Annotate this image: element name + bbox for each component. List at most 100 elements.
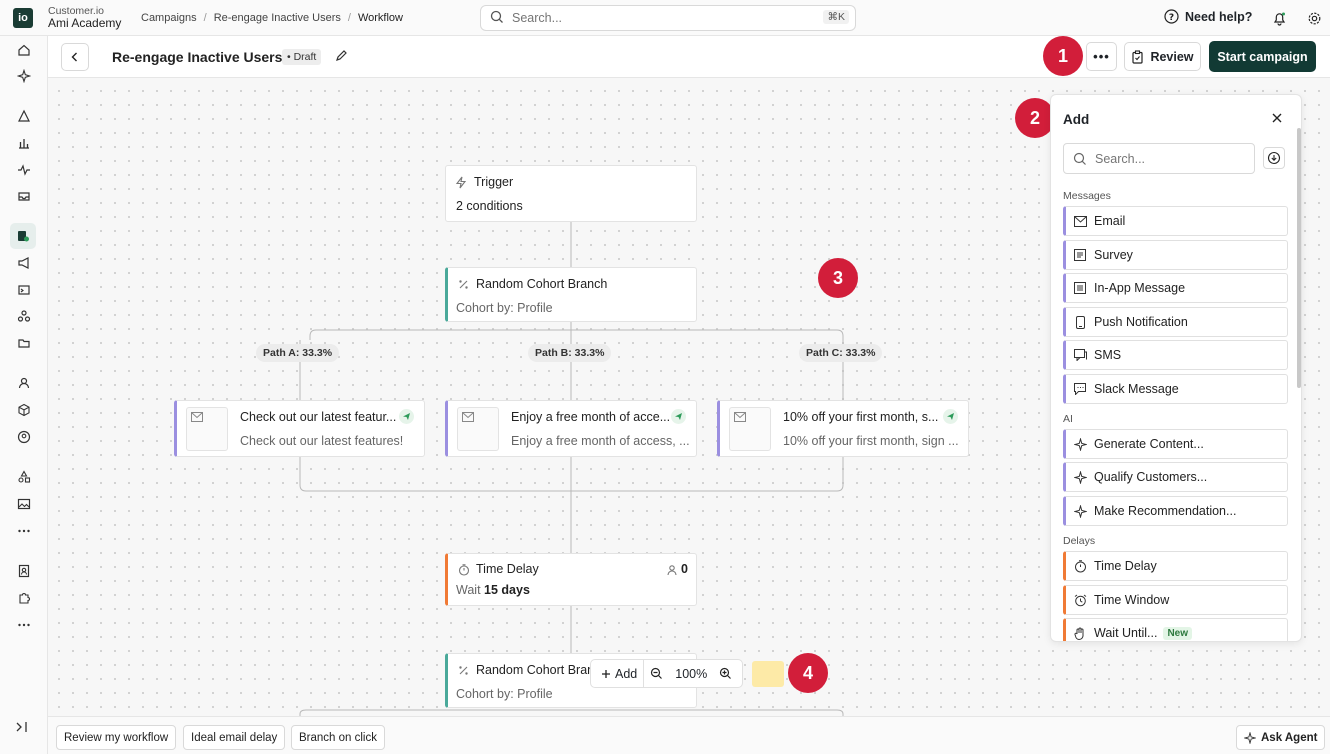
analytics-icon[interactable]: [14, 133, 34, 153]
timer-icon: [1066, 559, 1094, 573]
objects-icon[interactable]: [14, 400, 34, 420]
global-search[interactable]: ⌘K: [480, 5, 856, 31]
start-campaign-button[interactable]: Start campaign: [1209, 41, 1316, 72]
trigger-node[interactable]: Trigger 2 conditions: [445, 165, 697, 222]
add-generate-content[interactable]: Generate Content...: [1063, 429, 1288, 459]
sparkle-icon: [1066, 437, 1094, 451]
integrations-icon[interactable]: [14, 306, 34, 326]
search-shortcut: ⌘K: [823, 10, 849, 24]
email-thumbnail: [186, 407, 228, 451]
suggestion-chip[interactable]: Ideal email delay: [183, 725, 286, 750]
add-slack-message[interactable]: Slack Message: [1063, 374, 1288, 404]
annotation-badge-2: 2: [1015, 98, 1055, 138]
add-survey-label: Survey: [1094, 248, 1133, 262]
zoom-in-button[interactable]: [713, 667, 738, 680]
branch-cohort: Cohort by: Profile: [456, 687, 553, 701]
email-subject: 10% off your first month, sign ...: [783, 434, 959, 448]
transactional-icon[interactable]: [14, 280, 34, 300]
add-time-window[interactable]: Time Window: [1063, 585, 1288, 615]
email-node[interactable]: Enjoy a free month of acce... Enjoy a fr…: [445, 400, 697, 457]
add-step-button[interactable]: Add: [595, 667, 643, 681]
expand-nav-icon[interactable]: [15, 720, 29, 737]
panel-scrollbar[interactable]: [1297, 128, 1301, 388]
panel-search[interactable]: [1063, 143, 1255, 174]
email-node[interactable]: 10% off your first month, s... 10% off y…: [717, 400, 969, 457]
add-survey[interactable]: Survey: [1063, 240, 1288, 270]
breadcrumb-campaigns[interactable]: Campaigns: [141, 12, 197, 24]
more-button[interactable]: •••: [1086, 42, 1117, 71]
folder-icon[interactable]: [14, 333, 34, 353]
puzzle-icon[interactable]: [14, 588, 34, 608]
section-delays: Delays: [1063, 535, 1096, 547]
status-badge: • Draft: [282, 49, 322, 65]
person-icon[interactable]: [14, 373, 34, 393]
pencil-icon[interactable]: [335, 49, 348, 65]
shapes-icon[interactable]: [14, 467, 34, 487]
contacts-icon[interactable]: [14, 561, 34, 581]
breadcrumb-campaign[interactable]: Re-engage Inactive Users: [214, 12, 341, 24]
alarm-icon: [1066, 594, 1094, 607]
slack-icon: [1066, 383, 1094, 395]
add-make-recommendation[interactable]: Make Recommendation...: [1063, 496, 1288, 526]
time-delay-node[interactable]: Time Delay 0 Wait 15 days: [445, 553, 697, 606]
add-in-app-message[interactable]: In-App Message: [1063, 273, 1288, 303]
path-b-label[interactable]: Path B: 33.3%: [528, 344, 612, 362]
add-qualify-customers[interactable]: Qualify Customers...: [1063, 462, 1288, 492]
suggestion-chip[interactable]: Review my workflow: [56, 725, 177, 750]
more-icon[interactable]: [14, 521, 34, 541]
mail-icon: [191, 412, 203, 422]
sms-icon: [1066, 349, 1094, 361]
back-button[interactable]: [61, 43, 89, 71]
inbox-icon[interactable]: [14, 186, 34, 206]
image-icon[interactable]: [14, 494, 34, 514]
hand-icon: [1066, 627, 1094, 640]
activity-icon[interactable]: [14, 160, 34, 180]
account-icon[interactable]: [14, 427, 34, 447]
ask-agent-button[interactable]: Ask Agent: [1236, 725, 1326, 750]
survey-icon: [1066, 249, 1094, 261]
add-sms[interactable]: SMS: [1063, 340, 1288, 370]
path-a-label[interactable]: Path A: 33.3%: [256, 344, 340, 362]
suggestion-chip[interactable]: Branch on click: [291, 725, 385, 750]
path-c-label[interactable]: Path C: 33.3%: [799, 344, 883, 362]
add-time-delay-label: Time Delay: [1094, 559, 1157, 573]
add-in-app-label: In-App Message: [1094, 281, 1186, 295]
campaigns-icon[interactable]: [10, 223, 36, 249]
sparkle-icon: [1244, 731, 1256, 744]
logo[interactable]: io: [13, 8, 33, 28]
people-icon[interactable]: [14, 106, 34, 126]
search-input[interactable]: [512, 11, 812, 25]
bottom-bar: Review my workflow Ideal email delay Bra…: [48, 716, 1330, 754]
email-title: 10% off your first month, s...: [783, 410, 939, 424]
more-icon[interactable]: [14, 615, 34, 635]
add-wait-until[interactable]: Wait Until... New: [1063, 618, 1288, 641]
breadcrumb: Campaigns / Re-engage Inactive Users / W…: [141, 12, 403, 24]
help-button[interactable]: ? Need help?: [1164, 9, 1252, 24]
mail-icon: [462, 412, 474, 422]
top-bar: io Customer.io Ami Academy Campaigns / R…: [0, 0, 1330, 36]
review-button[interactable]: Review: [1124, 42, 1201, 71]
gear-icon[interactable]: [1305, 9, 1323, 27]
mail-icon: [734, 412, 746, 422]
sparkle-nav-icon[interactable]: [14, 66, 34, 86]
broadcast-icon[interactable]: [14, 253, 34, 273]
home-icon[interactable]: [14, 40, 34, 60]
email-subject: Check out our latest features!: [240, 434, 404, 448]
bell-icon[interactable]: [1270, 9, 1288, 27]
email-subject: Enjoy a free month of access, ...: [511, 434, 690, 448]
close-icon[interactable]: [1270, 111, 1284, 128]
left-nav: [0, 36, 48, 754]
zoom-out-button[interactable]: [644, 667, 669, 680]
workspace-switcher[interactable]: Customer.io Ami Academy: [48, 5, 121, 29]
add-time-delay[interactable]: Time Delay: [1063, 551, 1288, 581]
random-cohort-branch-node[interactable]: Random Cohort Branch Cohort by: Profile: [445, 267, 697, 322]
search-icon: [490, 10, 504, 27]
zoom-level[interactable]: 100%: [669, 667, 713, 681]
sticky-note-button[interactable]: [752, 661, 784, 687]
add-email[interactable]: Email: [1063, 206, 1288, 236]
mail-icon: [1066, 215, 1094, 227]
download-icon[interactable]: [1263, 147, 1285, 169]
email-node[interactable]: Check out our latest featur... Check out…: [174, 400, 425, 457]
add-push-notification[interactable]: Push Notification: [1063, 307, 1288, 337]
panel-search-input[interactable]: [1095, 151, 1245, 166]
